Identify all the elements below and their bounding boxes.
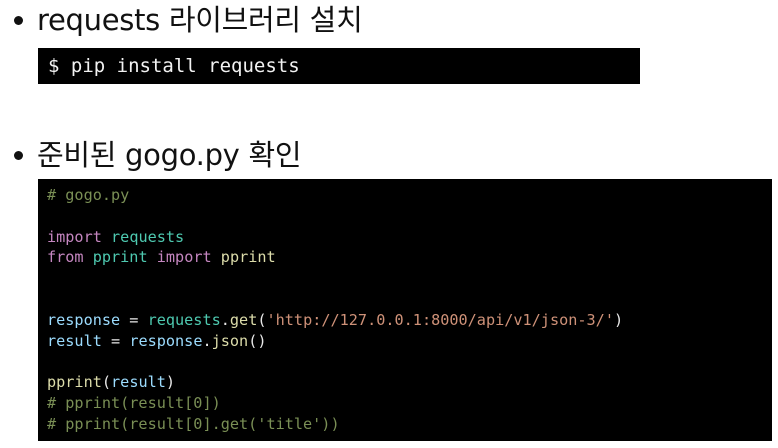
code-token-comment: # gogo.py xyxy=(47,186,130,204)
code-line: # gogo.py xyxy=(47,185,772,206)
heading-check-gogo-py: 준비된 gogo.py 확인 xyxy=(8,137,302,173)
code-line: response = requests.get('http://127.0.0.… xyxy=(47,310,772,331)
code-token-module: pprint xyxy=(92,248,148,267)
code-line: result = response.json() xyxy=(47,331,772,352)
code-token-plain: . xyxy=(220,310,230,329)
code-token-plain: ) xyxy=(613,310,624,329)
code-token-plain: ( xyxy=(257,310,267,329)
pip-install-command: $ pip install requests xyxy=(48,55,300,77)
code-token-keyword: import xyxy=(156,248,212,267)
code-token-string: 'http://127.0.0.1:8000/api/v1/json-3/' xyxy=(266,310,614,329)
code-token-var: response xyxy=(129,331,203,350)
code-token-comment: # pprint(result[0]) xyxy=(47,393,221,412)
heading-install-requests: requests 라이브러리 설치 xyxy=(8,2,363,38)
bullet-icon xyxy=(14,15,23,25)
code-token-var: response xyxy=(47,310,121,329)
code-token-keyword: from xyxy=(47,248,84,267)
code-token-comment: # pprint(result[0].get('title')) xyxy=(47,414,340,433)
code-token-module: requests xyxy=(111,227,185,246)
code-token-plain: = xyxy=(120,310,148,329)
code-token-module: requests xyxy=(147,310,221,329)
code-line: import requests xyxy=(47,227,772,248)
code-token-func: pprint xyxy=(47,373,102,392)
code-token-plain: ) xyxy=(165,373,176,392)
code-token-func: get xyxy=(229,310,258,329)
code-line: # pprint(result[0]) xyxy=(47,393,772,414)
code-token-keyword: import xyxy=(47,227,102,246)
code-line: # pprint(result[0].get('title')) xyxy=(47,414,772,435)
code-token-plain: () xyxy=(248,331,267,350)
code-token-plain: . xyxy=(202,331,212,350)
code-token-var: result xyxy=(111,373,166,392)
code-token-plain: ( xyxy=(101,373,112,392)
code-token-func: pprint xyxy=(220,248,276,267)
code-token-func: json xyxy=(211,331,249,350)
code-token-var: result xyxy=(47,331,102,350)
code-line: pprint(result) xyxy=(47,372,772,393)
code-line: from pprint import pprint xyxy=(47,247,772,268)
code-token-plain: = xyxy=(101,331,130,350)
heading-check-gogo-py-text: 준비된 gogo.py 확인 xyxy=(37,138,302,172)
terminal-command-block: $ pip install requests xyxy=(38,48,640,84)
bullet-icon xyxy=(14,150,23,160)
heading-install-requests-text: requests 라이브러리 설치 xyxy=(37,3,363,37)
code-block-gogo-py: # gogo.py import requests from pprint impo… xyxy=(38,179,772,441)
